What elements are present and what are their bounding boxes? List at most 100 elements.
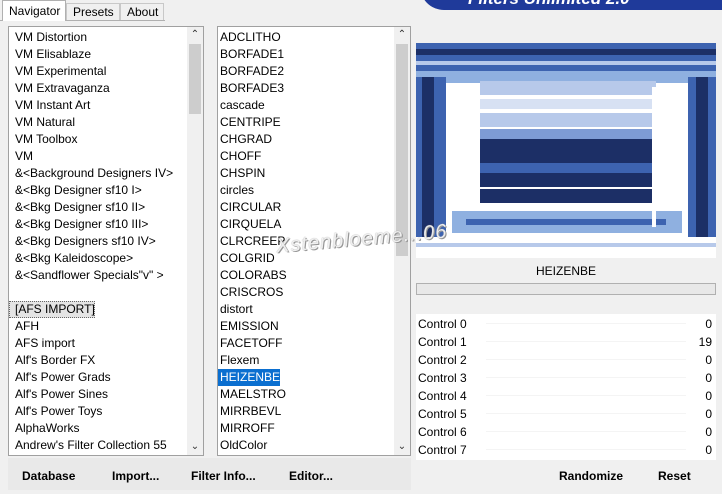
filter-item[interactable]: MIRRBEVL: [218, 403, 281, 420]
control-row[interactable]: Control 2 0: [416, 351, 716, 369]
control-row[interactable]: Control 3 0: [416, 369, 716, 387]
category-item[interactable]: Andrew's Filter Collection 56: [9, 454, 167, 455]
category-item[interactable]: &<Sandflower Specials"v" >: [9, 267, 164, 284]
filter-item[interactable]: EMISSION: [218, 318, 279, 335]
filter-item[interactable]: CHSPIN: [218, 165, 265, 182]
category-list[interactable]: ⌃ ⌄ VM Distortion VM Elisablaze VM Experim…: [8, 26, 204, 456]
tab-about[interactable]: About: [120, 3, 164, 20]
control-row[interactable]: Control 1 19: [416, 333, 716, 351]
control-label: Control 4: [418, 389, 467, 403]
filter-item[interactable]: MAELSTRO: [218, 386, 286, 403]
filter-preview: [416, 43, 716, 258]
scroll-up-icon[interactable]: ⌃: [394, 27, 410, 43]
filter-info-button[interactable]: Filter Info...: [191, 468, 256, 484]
filter-item[interactable]: MIRROFF: [218, 420, 275, 437]
category-item[interactable]: AlphaWorks: [9, 420, 79, 437]
category-item[interactable]: [AFS IMPORT]: [9, 301, 95, 318]
filter-item[interactable]: circles: [218, 182, 254, 199]
category-item[interactable]: &<Background Designers IV>: [9, 165, 173, 182]
category-item[interactable]: VM Elisablaze: [9, 46, 91, 63]
filter-item[interactable]: COLORABS: [218, 267, 287, 284]
category-item[interactable]: [9, 284, 15, 301]
import-button[interactable]: Import...: [112, 468, 159, 484]
category-item[interactable]: &<Bkg Designer sf10 III>: [9, 216, 148, 233]
app-title-banner: Filters Unlimited 2.0: [420, 0, 722, 10]
filter-item[interactable]: CHGRAD: [218, 131, 272, 148]
control-label: Control 5: [418, 407, 467, 421]
control-row[interactable]: Control 7 0: [416, 441, 716, 459]
control-row[interactable]: Control 0 0: [416, 315, 716, 333]
progress-bar: [416, 283, 716, 295]
filter-item[interactable]: BORFADE1: [218, 46, 284, 63]
preview-filter-name: HEIZENBE: [535, 264, 596, 278]
category-item[interactable]: VM Instant Art: [9, 97, 90, 114]
category-item[interactable]: VM Toolbox: [9, 131, 77, 148]
control-value: 0: [705, 389, 712, 403]
category-item[interactable]: VM Distortion: [9, 29, 87, 46]
filter-item[interactable]: CIRCULAR: [218, 199, 281, 216]
tab-presets[interactable]: Presets: [66, 3, 120, 20]
filter-item[interactable]: distort: [218, 301, 253, 318]
filter-item[interactable]: COLGRID: [218, 250, 275, 267]
editor-button[interactable]: Editor...: [289, 468, 333, 484]
preview-image: [416, 43, 716, 258]
control-value: 0: [705, 317, 712, 331]
filter-item[interactable]: CIRQUELA: [218, 216, 281, 233]
filter-item[interactable]: Flexem: [218, 352, 259, 369]
control-slider[interactable]: [486, 323, 686, 324]
category-item[interactable]: &<Bkg Designer sf10 II>: [9, 199, 145, 216]
reset-button[interactable]: Reset: [658, 468, 691, 484]
filter-item[interactable]: CRISCROS: [218, 284, 283, 301]
control-slider[interactable]: [486, 413, 686, 414]
control-slider[interactable]: [486, 449, 686, 450]
category-item[interactable]: VM: [9, 148, 33, 165]
tab-bar: Navigator Presets About: [0, 0, 420, 22]
control-value: 19: [698, 335, 712, 349]
control-slider[interactable]: [486, 395, 686, 396]
control-row[interactable]: Control 6 0: [416, 423, 716, 441]
scroll-up-icon[interactable]: ⌃: [187, 27, 203, 43]
control-slider[interactable]: [486, 341, 686, 342]
filter-item[interactable]: ADCLITHO: [218, 29, 281, 46]
database-button[interactable]: Database: [22, 468, 75, 484]
tab-navigator[interactable]: Navigator: [2, 0, 66, 21]
control-row[interactable]: Control 5 0: [416, 405, 716, 423]
filter-item[interactable]: CHOFF: [218, 148, 261, 165]
scroll-down-icon[interactable]: ⌄: [187, 439, 203, 455]
category-item[interactable]: VM Extravaganza: [9, 80, 110, 97]
control-value: 0: [705, 371, 712, 385]
control-row[interactable]: Control 4 0: [416, 387, 716, 405]
category-item[interactable]: AFH: [9, 318, 39, 335]
category-item[interactable]: VM Experimental: [9, 63, 106, 80]
category-item[interactable]: &<Bkg Designer sf10 I>: [9, 182, 142, 199]
category-item[interactable]: Andrew's Filter Collection 55: [9, 437, 167, 454]
control-slider[interactable]: [486, 431, 686, 432]
category-item[interactable]: Alf's Power Toys: [9, 403, 102, 420]
control-slider[interactable]: [486, 377, 686, 378]
category-item[interactable]: AFS import: [9, 335, 75, 352]
scroll-down-icon[interactable]: ⌄: [394, 439, 410, 455]
control-label: Control 6: [418, 425, 467, 439]
category-item[interactable]: VM Natural: [9, 114, 75, 131]
filter-item[interactable]: cascade: [218, 97, 265, 114]
control-label: Control 1: [418, 335, 467, 349]
control-value: 0: [705, 425, 712, 439]
category-item[interactable]: Alf's Power Sines: [9, 386, 108, 403]
category-item[interactable]: Alf's Border FX: [9, 352, 95, 369]
filter-item[interactable]: HEIZENBE: [218, 369, 281, 386]
category-item[interactable]: &<Bkg Designers sf10 IV>: [9, 233, 156, 250]
control-value: 0: [705, 353, 712, 367]
control-label: Control 7: [418, 443, 467, 457]
category-scrollbar[interactable]: ⌃ ⌄: [187, 27, 203, 455]
scroll-thumb[interactable]: [189, 44, 201, 114]
filter-item[interactable]: BORFADE3: [218, 80, 284, 97]
filter-item[interactable]: CENTRIPE: [218, 114, 281, 131]
filter-item[interactable]: BORFADE2: [218, 63, 284, 80]
filter-item[interactable]: OldColor: [218, 437, 267, 454]
control-slider[interactable]: [486, 359, 686, 360]
randomize-button[interactable]: Randomize: [559, 468, 623, 484]
category-item[interactable]: Alf's Power Grads: [9, 369, 111, 386]
filter-item[interactable]: PAINTING: [218, 454, 276, 455]
filter-item[interactable]: FACETOFF: [218, 335, 282, 352]
category-item[interactable]: &<Bkg Kaleidoscope>: [9, 250, 133, 267]
